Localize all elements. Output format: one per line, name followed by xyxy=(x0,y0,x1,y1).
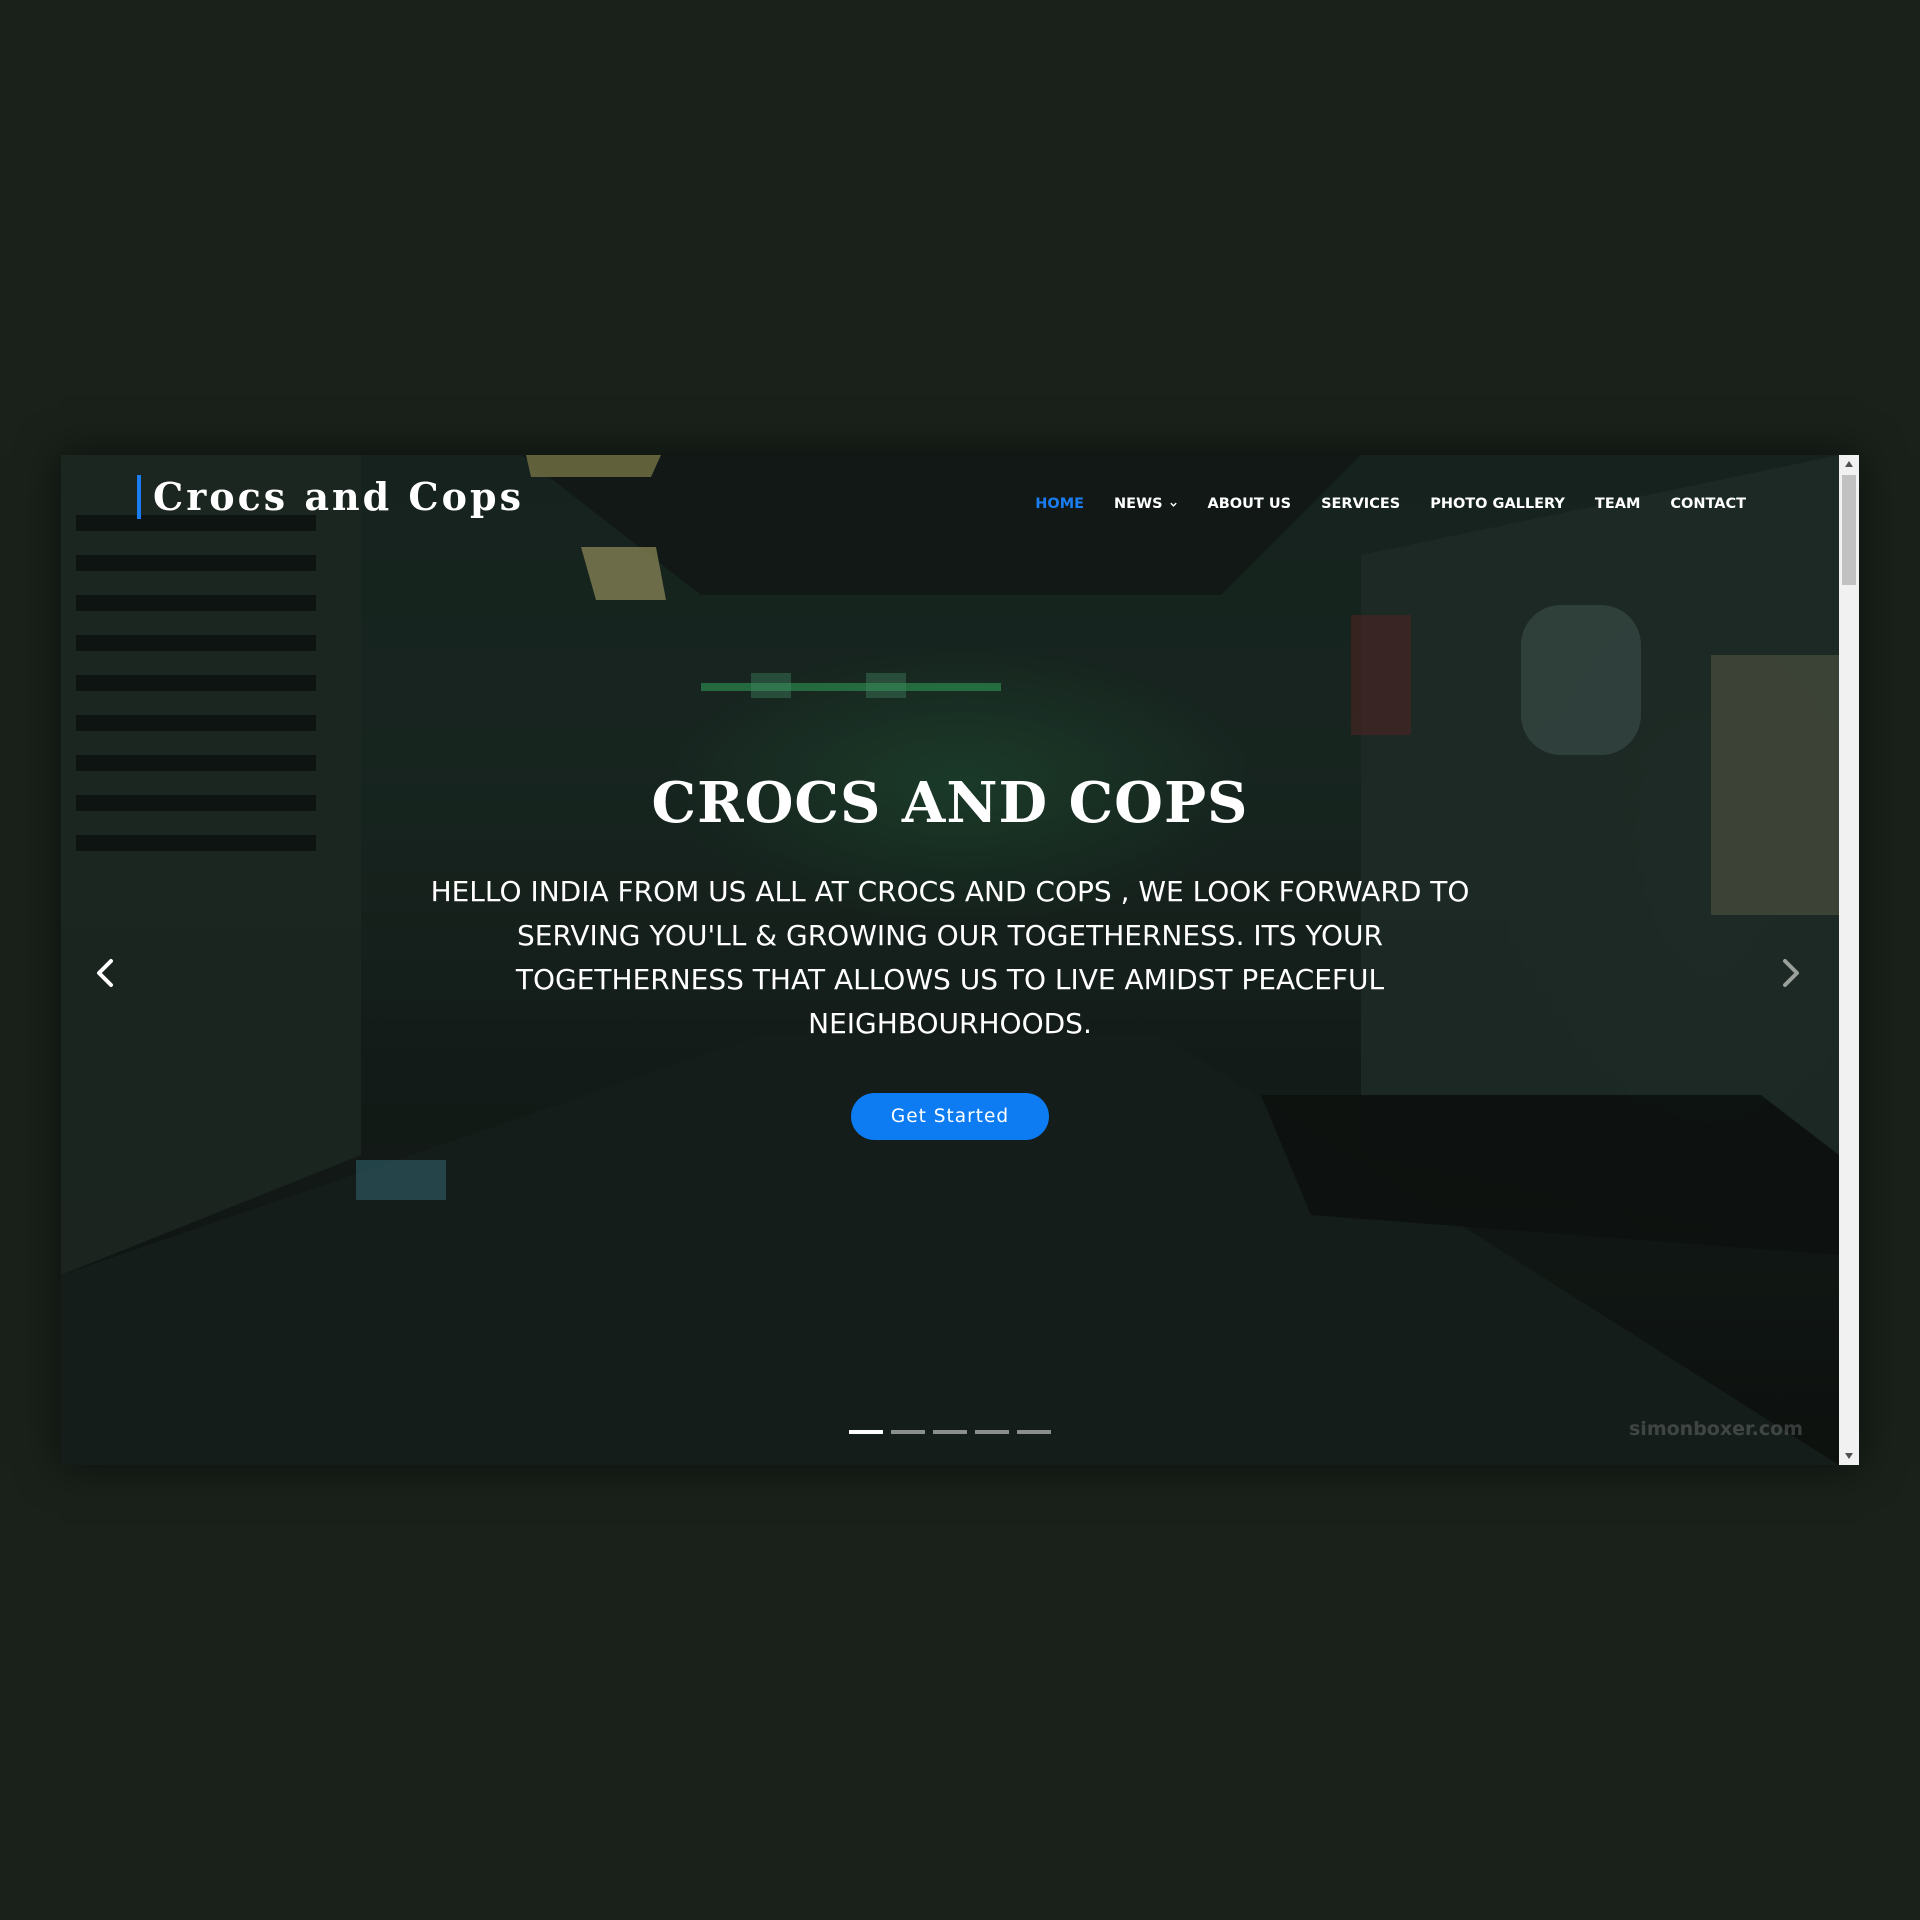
site-logo[interactable]: Crocs and Cops xyxy=(137,475,524,519)
carousel-indicator-5[interactable] xyxy=(1017,1430,1051,1434)
nav-item-news[interactable]: NEWS xyxy=(1114,496,1177,512)
chevron-right-icon[interactable] xyxy=(1773,945,1809,1001)
nav-item-contact[interactable]: CONTACT xyxy=(1670,496,1746,512)
hero-title: CROCS AND COPS xyxy=(651,770,1249,836)
browser-viewport: Crocs and Cops HOME NEWS ABOUT US SERVIC… xyxy=(61,455,1859,1465)
nav-item-label: NEWS xyxy=(1114,496,1163,512)
nav-item-label: PHOTO GALLERY xyxy=(1430,496,1565,512)
get-started-button[interactable]: Get Started xyxy=(851,1093,1049,1140)
nav-item-home[interactable]: HOME xyxy=(1035,496,1084,512)
nav-item-services[interactable]: SERVICES xyxy=(1321,496,1400,512)
hero-text: HELLO INDIA FROM US ALL AT CROCS AND COP… xyxy=(430,875,1470,1040)
nav-item-label: ABOUT US xyxy=(1207,496,1292,512)
scrollbar-thumb[interactable] xyxy=(1842,475,1856,585)
carousel-indicator-4[interactable] xyxy=(975,1430,1009,1434)
scroll-down-arrow-icon[interactable] xyxy=(1844,1452,1854,1460)
nav-item-label: TEAM xyxy=(1594,496,1641,512)
hero-carousel: Crocs and Cops HOME NEWS ABOUT US SERVIC… xyxy=(61,455,1839,1465)
vertical-scrollbar[interactable] xyxy=(1839,455,1859,1465)
nav-item-photo-gallery[interactable]: PHOTO GALLERY xyxy=(1430,496,1565,512)
main-nav: HOME NEWS ABOUT US SERVICES PHOTO GALLER… xyxy=(1005,496,1746,512)
chevron-down-icon xyxy=(1169,502,1177,507)
carousel-indicator-1[interactable] xyxy=(849,1430,883,1434)
nav-item-label: CONTACT xyxy=(1670,496,1746,512)
carousel-indicator-3[interactable] xyxy=(933,1430,967,1434)
nav-item-label: HOME xyxy=(1035,496,1085,512)
carousel-indicator-2[interactable] xyxy=(891,1430,925,1434)
image-watermark: simonboxer.com xyxy=(1629,1418,1803,1440)
scroll-up-arrow-icon[interactable] xyxy=(1844,460,1854,468)
chevron-left-icon[interactable] xyxy=(87,945,123,1001)
nav-item-about-us[interactable]: ABOUT US xyxy=(1208,496,1292,512)
nav-item-team[interactable]: TEAM xyxy=(1595,496,1640,512)
carousel-indicators xyxy=(849,1430,1051,1434)
nav-item-label: SERVICES xyxy=(1321,496,1401,512)
